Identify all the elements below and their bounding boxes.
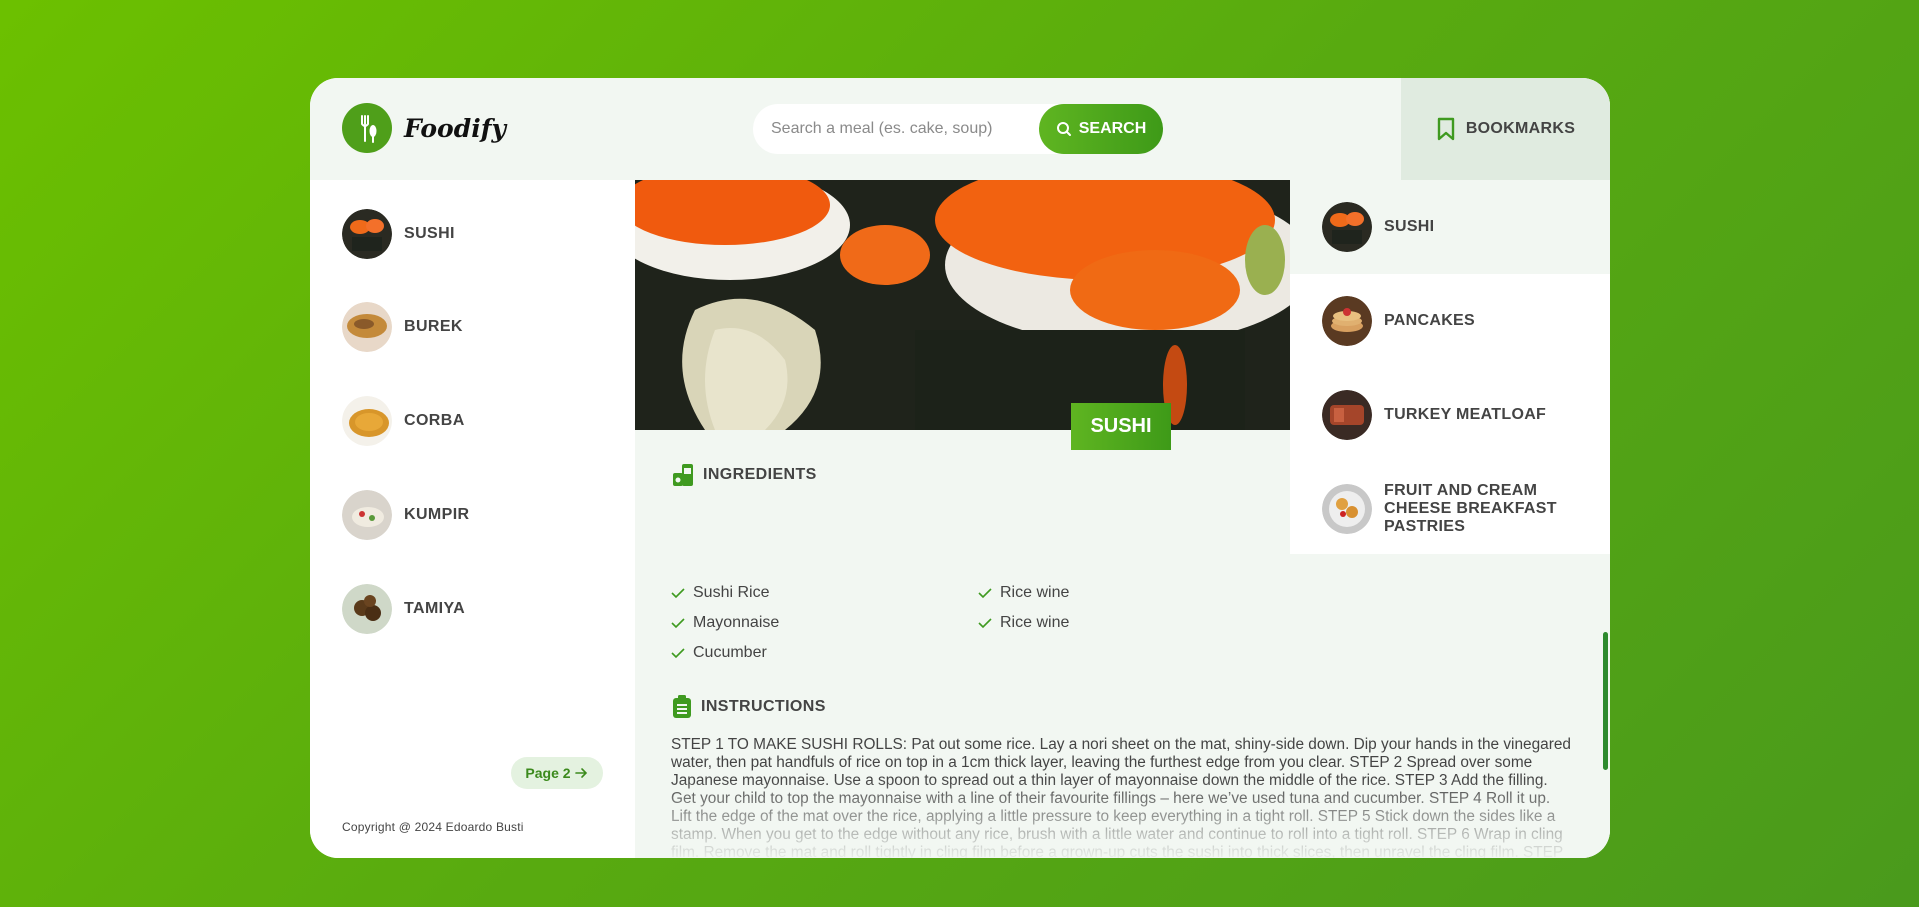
pastries-thumb bbox=[1322, 484, 1372, 534]
ingredient-label: Cucumber bbox=[693, 644, 767, 661]
kumpir-thumb bbox=[342, 490, 392, 540]
result-label: SUSHI bbox=[404, 225, 455, 242]
result-label: KUMPIR bbox=[404, 506, 470, 523]
bookmark-label: SUSHI bbox=[1384, 218, 1435, 235]
search-results: SUSHI BUREK CORBA KUMPIR TAMIYA Page 2 bbox=[310, 180, 635, 858]
corba-thumb bbox=[342, 396, 392, 446]
result-label: CORBA bbox=[404, 412, 465, 429]
jars-icon bbox=[673, 464, 693, 486]
bookmark-label: TURKEY MEATLOAF bbox=[1384, 406, 1547, 423]
result-item-tamiya[interactable]: TAMIYA bbox=[342, 584, 612, 634]
ingredient-label: Rice wine bbox=[1000, 614, 1070, 631]
result-item-kumpir[interactable]: KUMPIR bbox=[342, 490, 612, 540]
recipe-title: SUSHI bbox=[1071, 403, 1171, 450]
result-label: BUREK bbox=[404, 318, 463, 335]
result-item-sushi[interactable]: SUSHI bbox=[342, 209, 612, 259]
bookmarks-panel: SUSHI PANCAKES TURKEY MEATLOAF FRUIT AND… bbox=[1290, 180, 1610, 554]
scrollbar-thumb[interactable] bbox=[1603, 632, 1608, 770]
meatloaf-thumb bbox=[1322, 390, 1372, 440]
ingredient-item: Rice wine bbox=[978, 614, 1069, 632]
check-icon bbox=[978, 618, 992, 629]
clipboard-icon bbox=[673, 695, 691, 718]
check-icon bbox=[671, 588, 685, 599]
sushi-thumb bbox=[1322, 202, 1372, 252]
search-input[interactable] bbox=[771, 120, 1043, 138]
header: Foodify SEARCH BOOKMARKS bbox=[310, 78, 1610, 180]
check-icon bbox=[671, 618, 685, 629]
search-icon bbox=[1056, 122, 1071, 136]
bottom-fade bbox=[635, 778, 1610, 858]
burek-thumb bbox=[342, 302, 392, 352]
result-label: TAMIYA bbox=[404, 600, 466, 617]
bookmark-item-pastries[interactable]: FRUIT AND CREAM CHEESE BREAKFAST PASTRIE… bbox=[1290, 462, 1610, 556]
instructions-heading-label: INSTRUCTIONS bbox=[701, 698, 826, 715]
arrow-right-icon bbox=[574, 768, 587, 778]
copyright: Copyright @ 2024 Edoardo Busti bbox=[342, 820, 524, 834]
app-name: Foodify bbox=[404, 113, 506, 143]
fork-spoon-icon bbox=[342, 103, 392, 153]
next-page-label: Page 2 bbox=[525, 765, 571, 781]
instructions-heading: INSTRUCTIONS bbox=[671, 694, 826, 720]
result-item-burek[interactable]: BUREK bbox=[342, 302, 612, 352]
bookmark-item-sushi[interactable]: SUSHI bbox=[1290, 180, 1610, 274]
bookmarks-label: BOOKMARKS bbox=[1465, 120, 1576, 137]
tamiya-thumb bbox=[342, 584, 392, 634]
ingredient-item: Sushi Rice bbox=[671, 584, 769, 602]
ingredient-label: Mayonnaise bbox=[693, 614, 780, 631]
bookmark-icon bbox=[1437, 117, 1455, 141]
search-button[interactable]: SEARCH bbox=[1039, 104, 1163, 154]
search-button-label: SEARCH bbox=[1078, 120, 1147, 137]
check-icon bbox=[978, 588, 992, 599]
logo[interactable]: Foodify bbox=[342, 103, 506, 153]
search-bar: SEARCH bbox=[753, 104, 1163, 154]
ingredient-item: Cucumber bbox=[671, 644, 767, 662]
next-page-button[interactable]: Page 2 bbox=[511, 757, 603, 789]
bookmark-item-turkey-meatloaf[interactable]: TURKEY MEATLOAF bbox=[1290, 368, 1610, 462]
bookmark-item-pancakes[interactable]: PANCAKES bbox=[1290, 274, 1610, 368]
app-window: Foodify SEARCH BOOKMARKS SUSHI bbox=[310, 78, 1610, 858]
bookmark-label: PANCAKES bbox=[1384, 312, 1476, 329]
ingredients-heading-label: INGREDIENTS bbox=[703, 466, 817, 483]
sushi-thumb bbox=[342, 209, 392, 259]
check-icon bbox=[671, 648, 685, 659]
ingredients-heading: INGREDIENTS bbox=[671, 462, 817, 488]
ingredient-label: Rice wine bbox=[1000, 584, 1070, 601]
bookmark-label: FRUIT AND CREAM CHEESE BREAKFAST PASTRIE… bbox=[1384, 482, 1557, 535]
ingredient-label: Sushi Rice bbox=[693, 584, 770, 601]
bookmarks-button[interactable]: BOOKMARKS bbox=[1401, 78, 1610, 180]
ingredient-item: Rice wine bbox=[978, 584, 1069, 602]
pancakes-thumb bbox=[1322, 296, 1372, 346]
ingredient-item: Mayonnaise bbox=[671, 614, 779, 632]
result-item-corba[interactable]: CORBA bbox=[342, 396, 612, 446]
